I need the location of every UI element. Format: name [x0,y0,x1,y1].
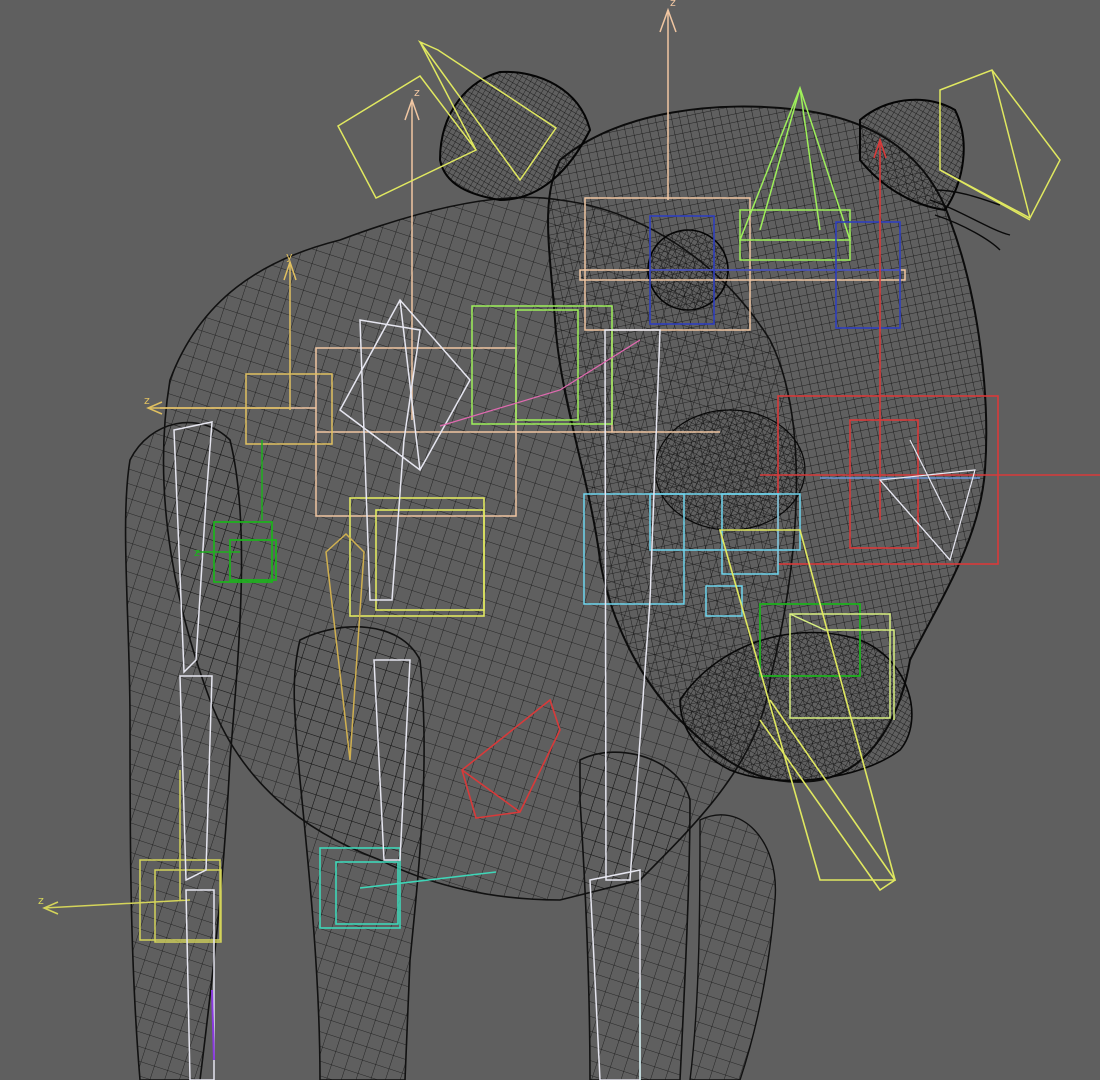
wireframe-canvas[interactable]: z z y z z z [0,0,1100,1080]
mesh-leg-front-center [293,626,425,1080]
axis-label-y-left: y [286,250,293,263]
axis-label-z-small: z [194,546,200,559]
mesh-cheek [654,409,806,531]
axis-label-z-left: z [144,394,150,407]
axis-label-z-main: z [670,0,676,9]
axis-label-z-leg: z [38,894,44,907]
panther-wireframe-mesh [124,70,1011,1080]
mesh-hind [689,814,777,1080]
axis-label-z-top: z [414,86,420,99]
3d-viewport-wireframe[interactable]: z z y z z z [0,0,1100,1080]
